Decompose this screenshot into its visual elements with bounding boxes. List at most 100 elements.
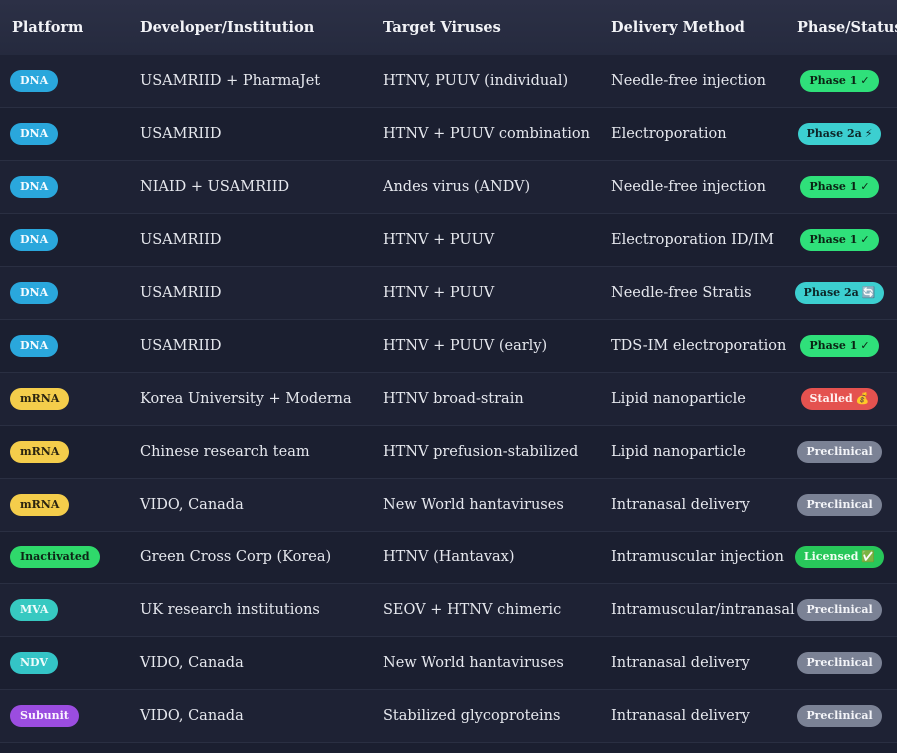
table-body: DNA USAMRIID + PharmaJet HTNV, PUUV (indiv… xyxy=(0,55,897,743)
cell-developer: VIDO, Canada xyxy=(140,708,244,725)
table-row[interactable]: DNA USAMRIID + PharmaJet HTNV, PUUV (indiv… xyxy=(0,55,897,108)
table-row[interactable]: Inactivated Green Cross Corp (Korea) HTNV … xyxy=(0,531,897,584)
status-badge: Preclinical xyxy=(797,652,882,675)
table-row[interactable]: mRNA Chinese research team HTNV prefusion-… xyxy=(0,425,897,479)
cell-delivery-method: Needle-free injection xyxy=(611,179,767,196)
status-icon: 💰 xyxy=(855,391,870,405)
table-row[interactable]: MVA UK research institutions SEOV + HTNV c… xyxy=(0,583,897,637)
platform-badge: DNA xyxy=(10,70,59,93)
platform-badge: DNA xyxy=(10,123,59,146)
cell-platform: mRNA xyxy=(0,478,128,531)
cell-phase-status: Phase 1 ✓ xyxy=(783,55,897,108)
table-header: Platform Developer/Institution Target Vi… xyxy=(0,0,897,55)
cell-delivery-method: Needle-free injection xyxy=(611,73,767,90)
cell-delivery-method: Electroporation ID/IM xyxy=(611,232,774,249)
platform-badge: mRNA xyxy=(10,493,70,516)
cell-platform: DNA xyxy=(0,319,128,372)
header-target-viruses[interactable]: Target Viruses xyxy=(371,0,599,55)
platform-badge: DNA xyxy=(10,176,59,199)
status-label: Preclinical xyxy=(806,497,873,511)
cell-target-viruses: HTNV + PUUV combination xyxy=(383,126,590,143)
cell-developer: USAMRIID + PharmaJet xyxy=(140,73,321,90)
table-row[interactable]: mRNA VIDO, Canada New World hantaviruses In… xyxy=(0,478,897,532)
status-icon: 🔄 xyxy=(861,286,876,299)
cell-phase-status: Preclinical xyxy=(783,478,897,531)
cell-developer: USAMRIID xyxy=(140,126,222,143)
status-icon: ✓ xyxy=(860,180,870,194)
table-row[interactable]: NDV VIDO, Canada New World hantaviruses Int… xyxy=(0,636,897,690)
cell-platform: mRNA xyxy=(0,372,128,425)
status-icon: ✅ xyxy=(861,550,876,564)
status-badge: Phase 2a 🔄 xyxy=(794,282,885,304)
cell-target-viruses: HTNV (Hantavax) xyxy=(383,549,515,566)
cell-developer: Green Cross Corp (Korea) xyxy=(140,549,332,566)
cell-delivery-method: Needle-free Stratis xyxy=(611,285,752,301)
cell-target-viruses: New World hantaviruses xyxy=(383,496,564,513)
cell-developer: VIDO, Canada xyxy=(140,655,244,672)
cell-platform: NDV xyxy=(0,637,128,690)
cell-phase-status: Preclinical xyxy=(783,690,897,743)
cell-target-viruses: HTNV prefusion-stabilized xyxy=(383,443,579,460)
cell-target-viruses: Andes virus (ANDV) xyxy=(383,179,531,196)
cell-platform: Subunit xyxy=(0,690,128,743)
table-row[interactable]: DNA USAMRIID HTNV + PUUV combination Electr… xyxy=(0,107,897,161)
table-row[interactable]: DNA USAMRIID HTNV + PUUV Needle-free Strati… xyxy=(0,266,897,320)
header-row: Platform Developer/Institution Target Vi… xyxy=(0,0,897,55)
header-phase-status[interactable]: Phase/Status xyxy=(783,0,897,55)
header-delivery-method[interactable]: Delivery Method xyxy=(599,0,783,55)
cell-target-viruses: New World hantaviruses xyxy=(383,655,564,672)
status-badge: Phase 1 ✓ xyxy=(800,229,879,252)
platform-badge: DNA xyxy=(10,334,59,357)
cell-target-viruses: HTNV, PUUV (individual) xyxy=(383,73,569,90)
cell-phase-status: Phase 2a 🔄 xyxy=(783,267,897,320)
status-label: Phase 1 xyxy=(809,233,858,247)
table-row[interactable]: DNA NIAID + USAMRIID Andes virus (ANDV) Nee… xyxy=(0,160,897,214)
cell-delivery-method: Electroporation xyxy=(611,126,727,143)
cell-target-viruses: HTNV + PUUV xyxy=(383,285,495,301)
status-label: Phase 1 xyxy=(809,338,858,352)
status-label: Phase 2a xyxy=(806,127,862,141)
status-badge: Preclinical xyxy=(797,493,882,516)
cell-target-viruses: HTNV + PUUV xyxy=(383,232,495,249)
status-badge: Licensed ✅ xyxy=(794,546,885,569)
cell-developer: USAMRIID xyxy=(140,337,222,354)
status-label: Preclinical xyxy=(806,656,873,670)
cell-phase-status: Phase 1 ✓ xyxy=(783,319,897,372)
cell-platform: DNA xyxy=(0,161,128,214)
cell-phase-status: Preclinical xyxy=(783,584,897,637)
status-badge: Preclinical xyxy=(797,599,882,622)
status-badge: Phase 1 ✓ xyxy=(800,176,879,199)
platform-badge: NDV xyxy=(10,652,58,675)
cell-phase-status: Phase 2a ⚡ xyxy=(783,108,897,161)
cell-developer: NIAID + USAMRIID xyxy=(140,179,290,196)
cell-developer: UK research institutions xyxy=(140,602,320,619)
header-platform[interactable]: Platform xyxy=(0,0,128,55)
table-row[interactable]: Subunit VIDO, Canada Stabilized glycoprote… xyxy=(0,689,897,743)
platform-badge: DNA xyxy=(10,229,59,252)
status-icon: ✓ xyxy=(860,338,870,352)
status-icon: ✓ xyxy=(860,233,870,247)
status-label: Phase 1 xyxy=(809,74,858,88)
cell-platform: DNA xyxy=(0,108,128,161)
status-badge: Stalled 💰 xyxy=(800,387,879,410)
cell-target-viruses: SEOV + HTNV chimeric xyxy=(383,602,562,619)
cell-developer: VIDO, Canada xyxy=(140,496,244,513)
cell-phase-status: Preclinical xyxy=(783,425,897,478)
cell-delivery-method: Intranasal delivery xyxy=(611,708,750,725)
cell-target-viruses: HTNV + PUUV (early) xyxy=(383,337,548,354)
status-badge: Phase 1 ✓ xyxy=(800,70,879,93)
cell-platform: DNA xyxy=(0,55,128,108)
vaccine-platform-table: Platform Developer/Institution Target Vi… xyxy=(0,0,897,743)
cell-delivery-method: Lipid nanoparticle xyxy=(611,443,746,460)
platform-badge: Inactivated xyxy=(10,546,100,569)
cell-target-viruses: Stabilized glycoproteins xyxy=(383,708,561,725)
table-row[interactable]: DNA USAMRIID HTNV + PUUV Electroporation ID… xyxy=(0,213,897,267)
cell-delivery-method: TDS-IM electroporation xyxy=(611,337,787,354)
status-label: Preclinical xyxy=(806,444,873,458)
status-label: Licensed xyxy=(803,550,859,564)
table-row[interactable]: mRNA Korea University + Moderna HTNV broad… xyxy=(0,372,897,426)
header-developer[interactable]: Developer/Institution xyxy=(128,0,371,55)
status-badge: Preclinical xyxy=(797,440,882,463)
table-row[interactable]: DNA USAMRIID HTNV + PUUV (early) TDS-IM ele… xyxy=(0,319,897,373)
cell-developer: Korea University + Moderna xyxy=(140,390,352,407)
